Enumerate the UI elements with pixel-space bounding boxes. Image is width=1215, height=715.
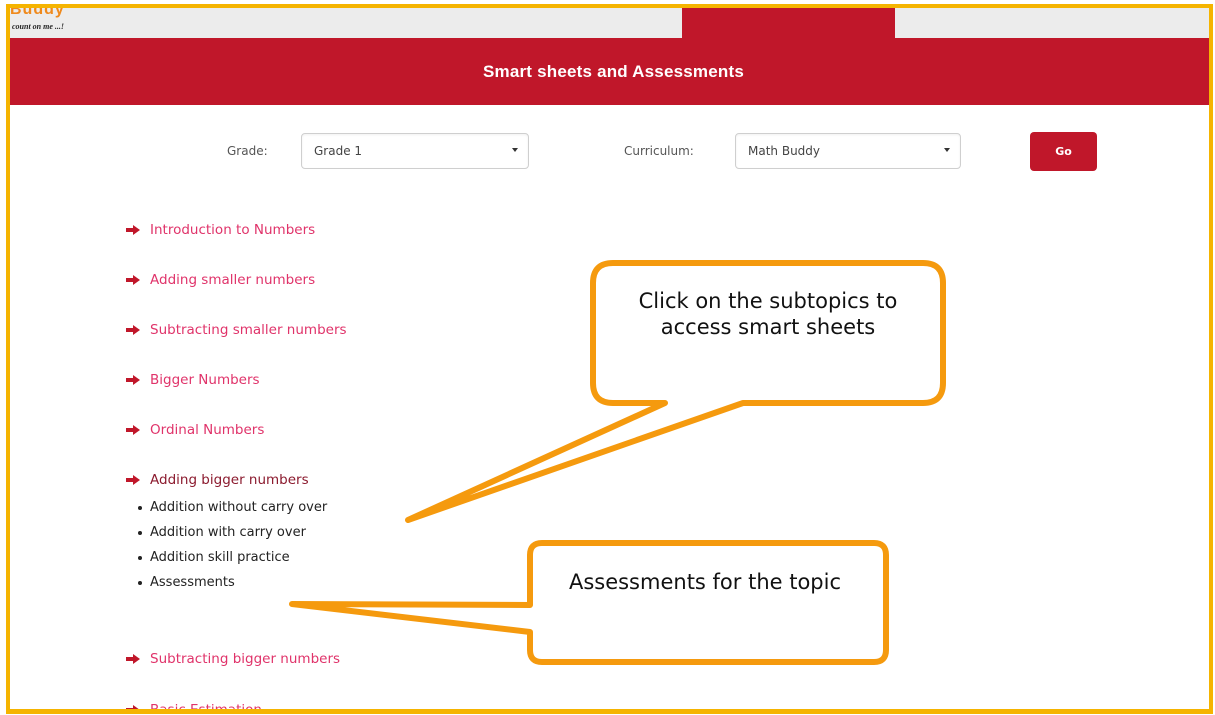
arrow-right-icon [126,325,140,335]
grade-select-value: Grade 1 [314,144,363,158]
topic-label: Subtracting bigger numbers [150,651,341,667]
topic-label: Adding bigger numbers [150,472,309,488]
topic-link-expanded[interactable]: Adding bigger numbers [126,472,309,488]
topic-link[interactable]: Ordinal Numbers [126,422,264,438]
callout-overlay [289,260,946,665]
arrow-right-icon [126,225,140,235]
curriculum-select[interactable]: Math Buddy [735,133,961,169]
arrow-right-icon [126,654,140,664]
topic-link[interactable]: Subtracting smaller numbers [126,322,347,338]
screenshot-frame: Buddy count on me ...! Smart sheets and … [6,4,1213,714]
arrow-right-icon [126,275,140,285]
nav-tab-active[interactable] [682,8,895,39]
assessments-callout-text: Assessments for the topic [568,570,842,594]
curriculum-select-value: Math Buddy [748,144,821,158]
topic-label: Ordinal Numbers [150,422,265,438]
chevron-down-icon [944,148,950,152]
top-nav-strip: Buddy count on me ...! [10,8,1209,39]
subtopic-label: Addition without carry over [150,499,328,515]
subtopic-label: Addition with carry over [150,524,306,540]
subtopic-label: Addition skill practice [150,549,290,565]
grade-label: Grade: [227,144,268,158]
bullet-dot-icon [138,530,142,535]
arrow-right-icon [126,475,140,485]
topic-label: Adding smaller numbers [150,272,316,288]
logo-brand-text: Buddy [10,8,65,18]
topic-link[interactable]: Introduction to Numbers [126,222,315,238]
subtopic-link[interactable]: Addition without carry over [138,495,327,520]
arrow-right-icon [126,425,140,435]
subtopic-label: Assessments [150,574,235,590]
curriculum-label: Curriculum: [624,144,694,158]
topic-label: Basic Estimation [150,702,262,714]
topic-link[interactable]: Bigger Numbers [126,372,260,388]
arrow-right-icon [126,705,139,709]
assessments-callout-bubble [289,540,889,665]
topic-link[interactable]: Adding smaller numbers [126,272,315,288]
bullet-dot-icon [138,505,142,510]
bullet-dot-icon [138,580,142,585]
topic-label: Introduction to Numbers [150,222,316,238]
brand-logo[interactable]: Buddy count on me ...! [10,8,120,36]
go-button[interactable]: Go [1030,132,1097,171]
topic-label: Subtracting smaller numbers [150,322,347,338]
subtopic-link[interactable]: Addition with carry over [138,520,327,545]
arrow-right-icon [126,375,140,385]
page-title: Smart sheets and Assessments [482,61,745,81]
subtopic-list: Addition without carry over Addition wit… [138,495,327,595]
page-header: Smart sheets and Assessments [10,38,1209,105]
logo-tagline: count on me ...! [12,22,65,31]
topic-link[interactable]: Basic Estimation [126,702,262,714]
topic-label: Bigger Numbers [150,372,260,388]
topic-link[interactable]: Subtracting bigger numbers [126,651,340,667]
subtopic-link[interactable]: Addition skill practice [138,545,327,570]
assessments-link[interactable]: Assessments [138,570,327,595]
chevron-down-icon [512,148,518,152]
grade-select[interactable]: Grade 1 [301,133,529,169]
subtopics-callout-text: Click on the subtopics to access smart s… [638,289,898,339]
bullet-dot-icon [138,555,142,560]
